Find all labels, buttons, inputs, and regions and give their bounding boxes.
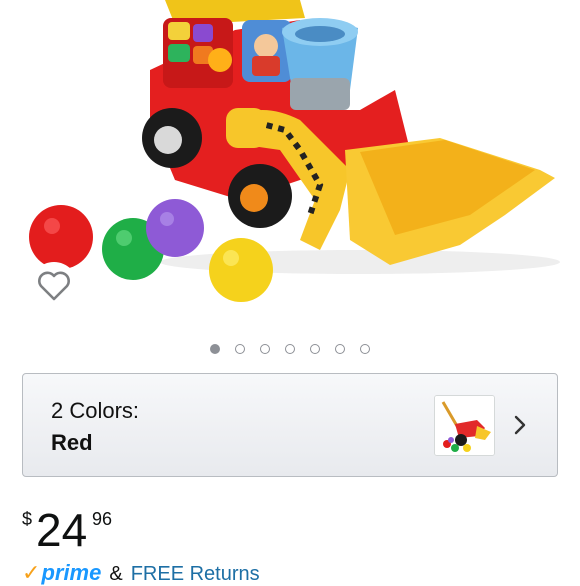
color-variant-selector[interactable]: 2 Colors: Red (22, 373, 558, 477)
carousel-dot[interactable] (335, 344, 345, 354)
product-image[interactable] (0, 0, 580, 335)
variant-selected-value: Red (51, 430, 93, 455)
carousel-pagination[interactable] (0, 344, 580, 354)
price-currency: $ (22, 509, 33, 529)
carousel-dot[interactable] (285, 344, 295, 354)
variant-thumbnail[interactable] (434, 395, 495, 456)
price-whole: 24 (36, 504, 88, 556)
variant-count-label: 2 Colors: (51, 398, 140, 423)
carousel-dot[interactable] (235, 344, 245, 354)
favorite-button[interactable] (30, 262, 78, 310)
carousel-dot[interactable] (360, 344, 370, 354)
free-returns-link[interactable]: FREE Returns (131, 563, 260, 586)
carousel-dot-active[interactable] (210, 344, 220, 354)
carousel-dot[interactable] (310, 344, 320, 354)
price-fraction: 96 (92, 509, 113, 529)
prime-check-icon: ✓ (22, 560, 41, 585)
prime-logo: prime (41, 560, 102, 585)
ampersand-text: & (109, 563, 123, 585)
heart-outline-icon (38, 271, 70, 301)
prime-shipping-row: ✓ prime & FREE Returns (22, 560, 260, 586)
chevron-right-icon[interactable] (513, 414, 527, 441)
carousel-dot[interactable] (260, 344, 270, 354)
